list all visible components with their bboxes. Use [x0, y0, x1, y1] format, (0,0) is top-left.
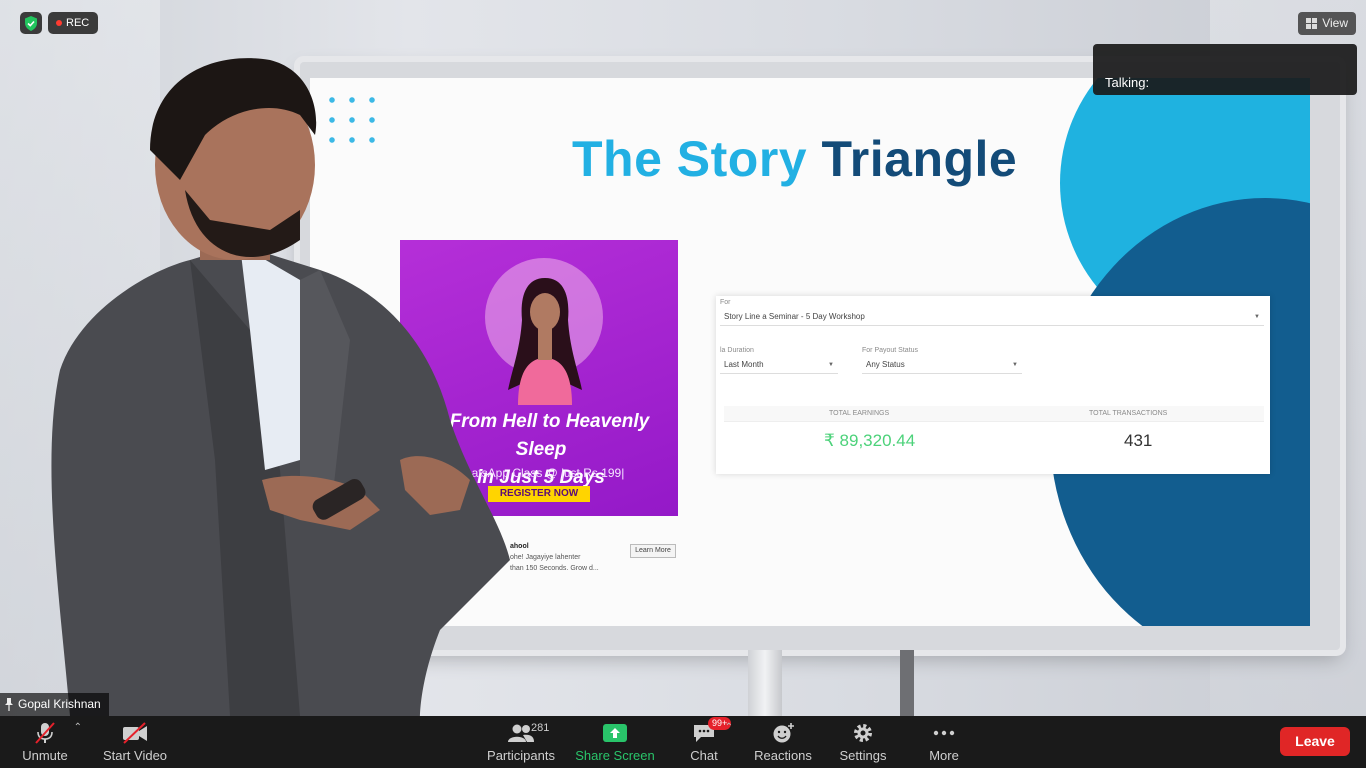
- chat-button[interactable]: 99+ Chat ⌃: [689, 716, 733, 768]
- unmute-label: Unmute: [22, 748, 68, 763]
- chevron-down-icon: ▼: [1012, 362, 1018, 368]
- presenter-video: [51, 58, 511, 716]
- reactions-icon: [773, 723, 794, 743]
- col-header-transactions: TOTAL TRANSACTIONS: [1089, 410, 1168, 417]
- talking-label: Talking:: [1105, 75, 1150, 90]
- video-off-icon: [123, 722, 147, 744]
- payout-select-value: Any Status: [866, 360, 905, 369]
- share-screen-icon: [603, 724, 627, 742]
- more-button[interactable]: More: [924, 716, 964, 768]
- microphone-muted-icon: [35, 722, 55, 744]
- screen-stand: [900, 650, 914, 716]
- dash-label-payout: For Payout Status: [862, 347, 919, 354]
- start-video-label: Start Video: [102, 748, 168, 763]
- dash-value-row: ₹ 89,320.44 431: [724, 423, 1264, 461]
- shield-icon[interactable]: [20, 12, 42, 34]
- more-dots-icon: [933, 730, 955, 736]
- settings-label: Settings: [839, 748, 887, 763]
- recording-indicator[interactable]: REC: [48, 12, 99, 34]
- leave-button[interactable]: Leave: [1280, 727, 1350, 756]
- view-label: View: [1322, 16, 1348, 30]
- total-transactions-value: 431: [1124, 431, 1153, 450]
- rec-label: REC: [66, 17, 90, 29]
- slide-title-part2: Triangle: [821, 131, 1018, 187]
- record-dot-icon: [56, 20, 62, 26]
- chat-label: Chat: [690, 748, 718, 763]
- start-video-button[interactable]: Start Video: [103, 716, 167, 768]
- screen-stand: [748, 650, 782, 716]
- payout-select: Any Status ▼: [862, 356, 1022, 374]
- grid-icon: [1306, 18, 1318, 29]
- chevron-down-icon: ▼: [828, 362, 834, 368]
- settings-button[interactable]: Settings: [839, 716, 887, 768]
- participants-count: 281: [531, 722, 550, 734]
- meeting-toolbar: Unmute ⌃ Start Video 281 Participants Sh…: [0, 716, 1366, 768]
- more-label: More: [929, 748, 959, 763]
- share-screen-button[interactable]: Share Screen: [575, 716, 655, 768]
- video-stage: The Story Triangle o From Hell to Heaven…: [0, 0, 1366, 716]
- total-earnings-value: ₹ 89,320.44: [824, 431, 916, 450]
- reactions-button[interactable]: Reactions: [754, 716, 812, 768]
- participants-button[interactable]: 281 Participants: [487, 716, 555, 768]
- dash-label-duration: la Duration: [720, 347, 754, 354]
- reactions-label: Reactions: [754, 748, 812, 763]
- chevron-up-icon[interactable]: ⌃: [725, 722, 733, 733]
- earnings-dashboard: For Story Line a Seminar - 5 Day Worksho…: [716, 296, 1270, 474]
- view-button[interactable]: View: [1298, 12, 1356, 35]
- col-header-earnings: TOTAL EARNINGS: [829, 410, 890, 417]
- participants-label: Participants: [487, 748, 555, 763]
- share-screen-label: Share Screen: [575, 748, 655, 763]
- dash-label-for: For: [720, 299, 731, 306]
- ad-learn-more-button: Learn More: [630, 544, 676, 558]
- participant-name-tag: Gopal Krishnan: [0, 693, 109, 716]
- product-select: Story Line a Seminar - 5 Day Workshop ▼: [720, 308, 1264, 326]
- pin-icon: [5, 698, 13, 711]
- unmute-button[interactable]: Unmute ⌃: [22, 716, 82, 768]
- slide-title: The Story Triangle: [572, 130, 1017, 188]
- chevron-down-icon: ▼: [1254, 314, 1260, 320]
- talking-indicator: Talking:: [1093, 44, 1357, 95]
- product-select-value: Story Line a Seminar - 5 Day Workshop: [724, 312, 865, 321]
- slide-title-part1: The Story: [572, 131, 808, 187]
- duration-select-value: Last Month: [724, 360, 764, 369]
- dash-header-row: TOTAL EARNINGS TOTAL TRANSACTIONS: [724, 406, 1264, 422]
- chevron-up-icon[interactable]: ⌃: [74, 722, 82, 733]
- duration-select: Last Month ▼: [720, 356, 838, 374]
- participant-name: Gopal Krishnan: [18, 697, 101, 711]
- gear-icon: [854, 724, 872, 742]
